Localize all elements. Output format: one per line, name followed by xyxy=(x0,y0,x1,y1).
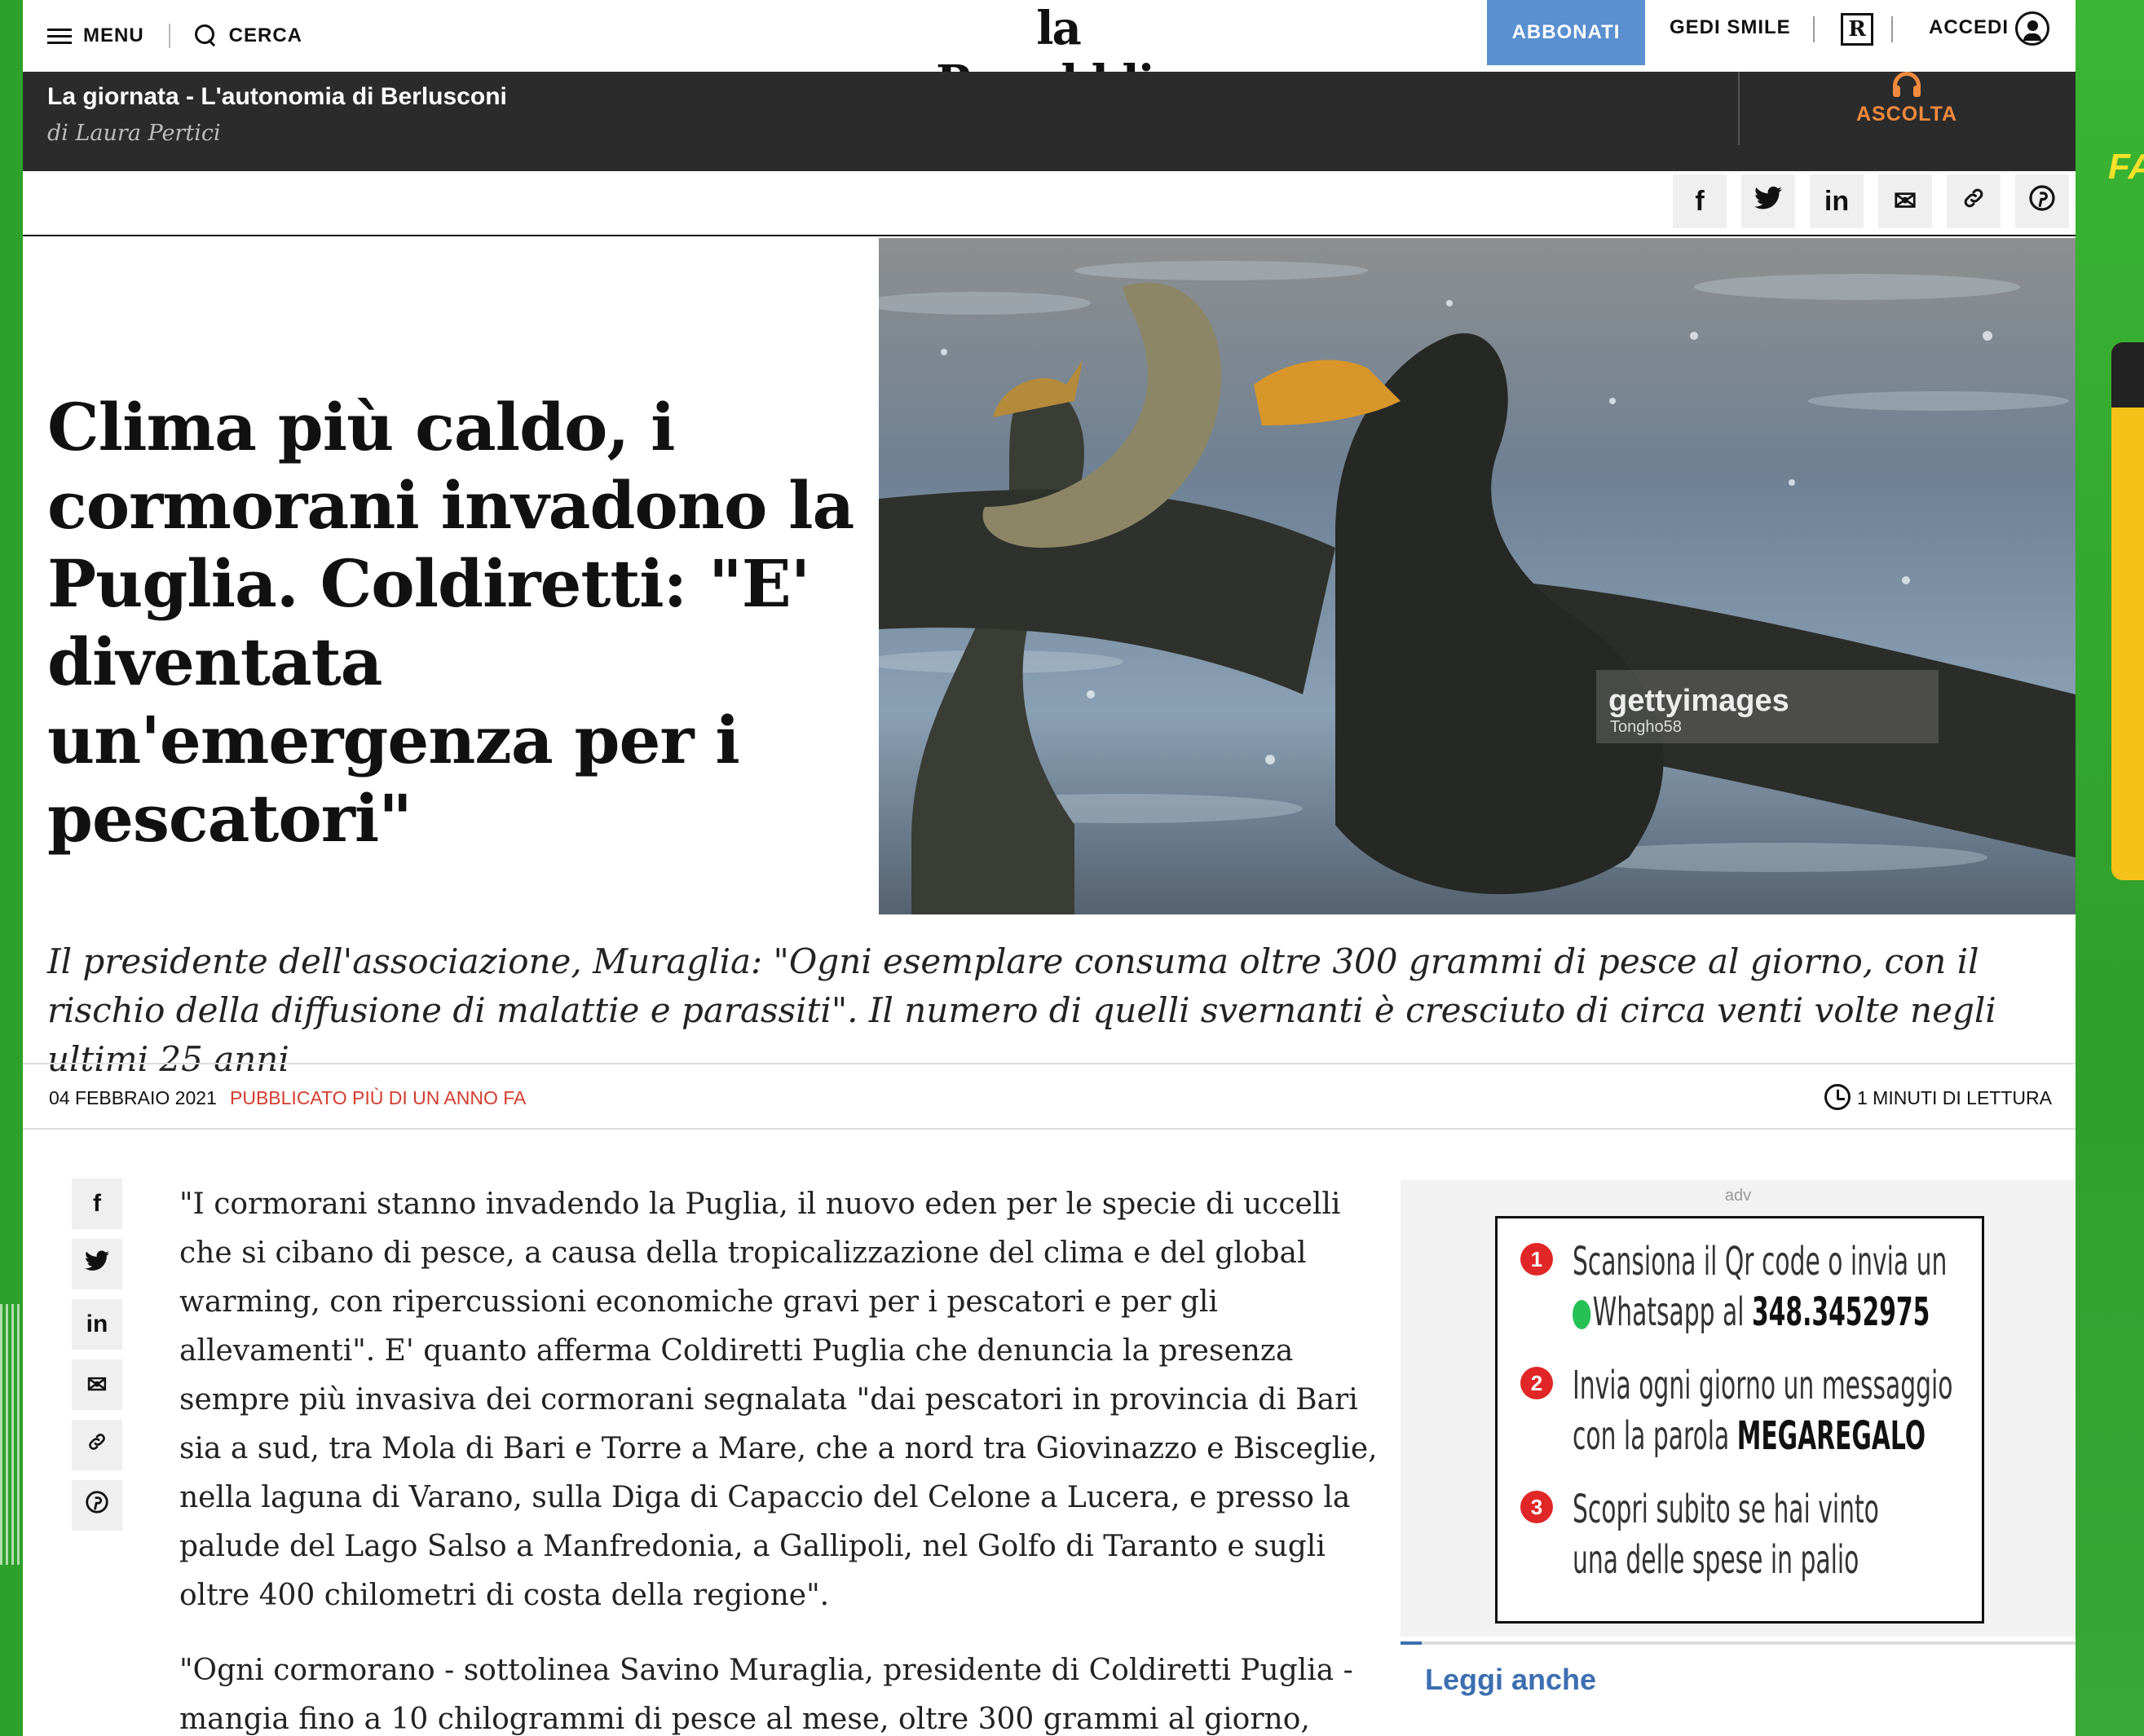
listen-button[interactable]: ASCOLTA xyxy=(1738,72,2076,153)
getty-watermark: gettyimages xyxy=(1608,684,1789,718)
article-meta: 04 FEBBRAIO 2021 PUBBLICATO PIÙ DI UN AN… xyxy=(23,1063,2076,1130)
link-icon xyxy=(1961,186,1986,218)
pinterest-icon xyxy=(86,1491,108,1520)
promo-card[interactable] xyxy=(2111,342,2144,880)
menu-button[interactable]: MENU xyxy=(47,24,144,47)
pinterest-icon xyxy=(2029,184,2055,218)
listen-label: ASCOLTA xyxy=(1855,103,1958,126)
ad-step-text: Scopri subito se hai vinto una delle spe… xyxy=(1573,1487,1879,1583)
photo-credit: Tongho58 xyxy=(1610,718,1682,736)
article-hero-image[interactable]: gettyimages Tongho58 xyxy=(879,238,2076,914)
divider xyxy=(1891,16,1893,42)
hamburger-icon xyxy=(47,27,72,45)
user-account-icon[interactable] xyxy=(2015,11,2049,46)
search-label: CERCA xyxy=(228,24,303,46)
facebook-icon: f xyxy=(1695,185,1705,217)
published-note: PUBBLICATO PIÙ DI UN ANNO FA xyxy=(230,1087,527,1108)
search-button[interactable]: CERCA xyxy=(194,24,303,47)
reading-time: 1 MINUTI DI LETTURA xyxy=(1857,1087,2052,1108)
divider xyxy=(1813,16,1815,42)
rep-premium-icon[interactable]: R xyxy=(1841,13,1873,46)
side-twitter-button[interactable] xyxy=(72,1239,122,1289)
linkedin-icon: in xyxy=(86,1311,108,1337)
email-icon: ✉ xyxy=(86,1371,108,1399)
site-header: MENU CERCA la Repubblica ABBONATI GEDI S… xyxy=(23,0,2076,109)
login-button[interactable]: ACCEDI xyxy=(1929,16,2009,39)
twitter-share-button[interactable] xyxy=(1741,174,1795,228)
clock-icon xyxy=(1824,1084,1851,1110)
side-linkedin-button[interactable]: in xyxy=(72,1299,122,1350)
subscribe-button[interactable]: ABBONATI xyxy=(1487,0,1645,65)
gedi-smile-link[interactable]: GEDI SMILE xyxy=(1670,16,1791,39)
step-number: 2 xyxy=(1520,1367,1553,1399)
headphones-icon xyxy=(1893,72,1921,97)
side-link-button[interactable] xyxy=(72,1420,122,1470)
related-title: Leggi anche xyxy=(1425,1663,1597,1696)
ad-step-text: Scansiona il Qr code o invia un Whatsapp… xyxy=(1573,1239,1948,1335)
article-paragraph: "I cormorani stanno invadendo la Puglia,… xyxy=(179,1187,1378,1612)
twitter-icon xyxy=(85,1250,109,1278)
search-icon xyxy=(194,24,218,47)
promo-banner-right[interactable]: FA xyxy=(2076,0,2144,1736)
advertisement[interactable]: adv 1 Scansiona il Qr code o invia un Wh… xyxy=(1401,1180,2076,1637)
divider xyxy=(168,24,170,48)
promo-banner-text: FA xyxy=(2108,147,2144,187)
section-divider xyxy=(1401,1641,2076,1645)
linkedin-icon: in xyxy=(1824,185,1850,217)
podcast-author: di Laura Pertici xyxy=(47,121,221,146)
podcast-bar: La giornata - L'autonomia di Berlusconi … xyxy=(23,72,2076,171)
menu-label: MENU xyxy=(83,24,144,46)
cormorants-photo: gettyimages Tongho58 xyxy=(879,238,2076,914)
link-icon xyxy=(86,1431,108,1459)
ad-step-text: Invia ogni giorno un messaggio con la pa… xyxy=(1573,1363,1953,1459)
pinterest-share-button[interactable] xyxy=(2015,174,2069,228)
ad-step-1: 1 Scansiona il Qr code o invia un Whatsa… xyxy=(1520,1236,2144,1337)
article-paragraph: "Ogni cormorano - sottolinea Savino Mura… xyxy=(179,1654,1353,1736)
article-page: MENU CERCA la Repubblica ABBONATI GEDI S… xyxy=(23,0,2076,1736)
twitter-icon xyxy=(1754,186,1782,218)
step-number: 3 xyxy=(1520,1491,1553,1523)
facebook-share-button[interactable]: f xyxy=(1673,174,1727,228)
email-icon: ✉ xyxy=(1893,186,1917,217)
ad-step-3: 3 Scopri subito se hai vinto una delle s… xyxy=(1520,1484,2067,1585)
podcast-title[interactable]: La giornata - L'autonomia di Berlusconi xyxy=(47,83,507,111)
side-email-button[interactable]: ✉ xyxy=(72,1359,122,1410)
ad-step-2: 2 Invia ogni giorno un messaggio con la … xyxy=(1520,1360,2144,1461)
email-share-button[interactable]: ✉ xyxy=(1878,174,1932,228)
adv-label: adv xyxy=(1724,1187,1752,1205)
linkedin-share-button[interactable]: in xyxy=(1810,174,1864,228)
grass-decoration xyxy=(0,1304,23,1565)
ad-creative[interactable]: 1 Scansiona il Qr code o invia un Whatsa… xyxy=(1495,1216,1984,1624)
side-pinterest-button[interactable] xyxy=(72,1480,122,1531)
article-summary: Il presidente dell'associazione, Muragli… xyxy=(47,941,1996,1079)
publish-date: 04 FEBBRAIO 2021 xyxy=(49,1087,217,1108)
copy-link-button[interactable] xyxy=(1947,174,2001,228)
article-headline: Clima più caldo, i cormorani invadono la… xyxy=(47,389,854,857)
side-facebook-button[interactable]: f xyxy=(72,1179,122,1229)
share-bar: f in ✉ xyxy=(23,171,2076,236)
whatsapp-icon xyxy=(1573,1300,1591,1329)
facebook-icon: f xyxy=(93,1190,101,1217)
step-number: 1 xyxy=(1520,1243,1553,1276)
